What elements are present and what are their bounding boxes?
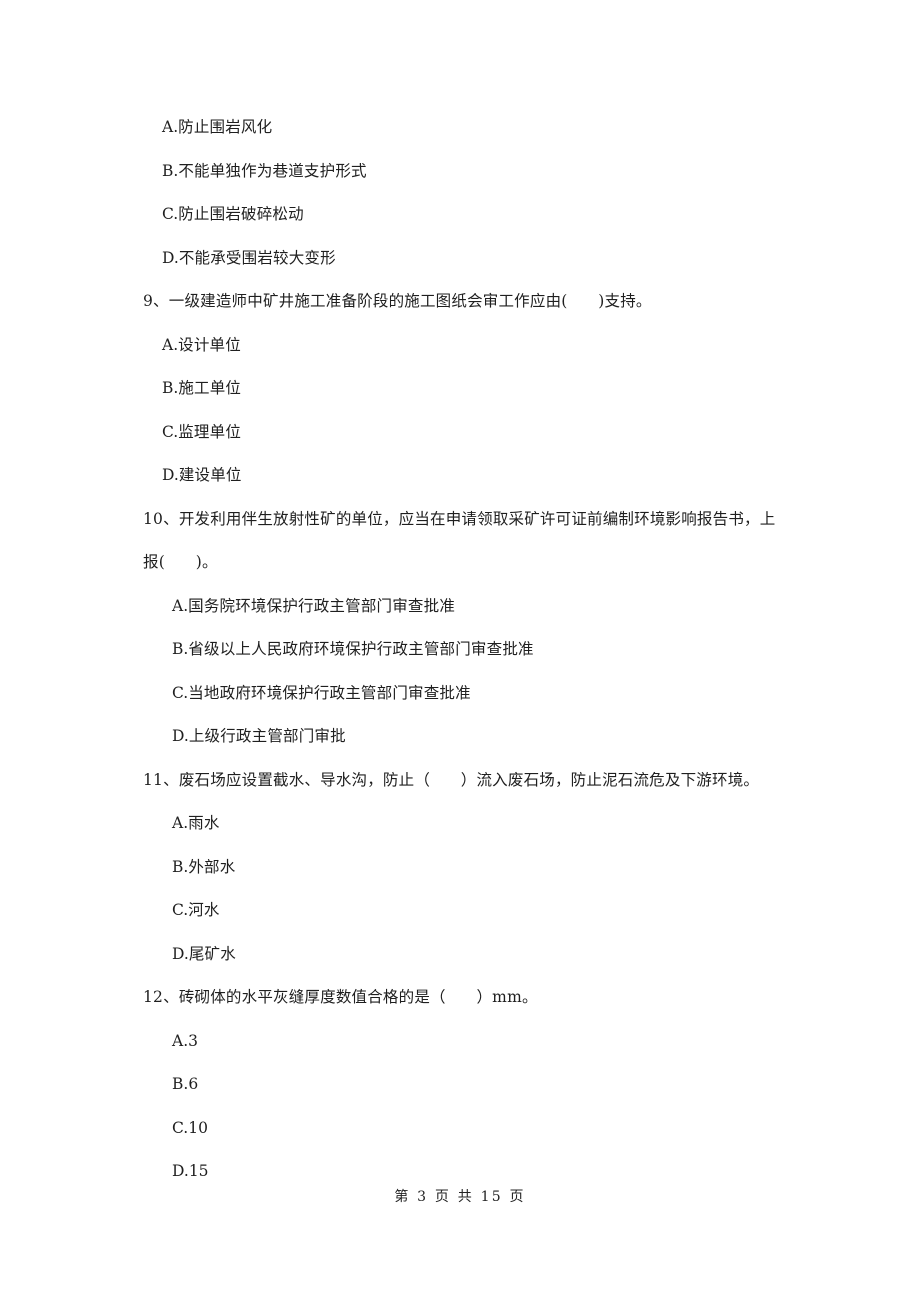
page-footer: 第 3 页 共 15 页 xyxy=(394,1189,526,1205)
option-letter: C. xyxy=(172,1118,189,1137)
option-row: C.防止围岩破碎松动 xyxy=(0,193,920,237)
option-text: 10 xyxy=(188,1118,208,1137)
option-row: B.外部水 xyxy=(0,846,920,890)
question-stem: 11、废石场应设置截水、导水沟，防止（ ）流入废石场，防止泥石流危及下游环境。 xyxy=(143,770,760,789)
option-text: 设计单位 xyxy=(178,335,241,354)
option-text: 雨水 xyxy=(188,814,220,832)
option-row: C.当地政府环境保护行政主管部门审查批准 xyxy=(0,672,920,716)
question-stem: 9、一级建造师中矿井施工准备阶段的施工图纸会审工作应由( )支持。 xyxy=(143,292,652,310)
question-block-9: 9、一级建造师中矿井施工准备阶段的施工图纸会审工作应由( )支持。 A.设计单位… xyxy=(0,280,920,498)
option-row: B.不能单独作为巷道支护形式 xyxy=(0,150,920,194)
option-row: B.省级以上人民政府环境保护行政主管部门审查批准 xyxy=(0,628,920,672)
option-letter: A. xyxy=(162,335,179,354)
option-text: 国务院环境保护行政主管部门审查批准 xyxy=(188,596,456,615)
option-text: 当地政府环境保护行政主管部门审查批准 xyxy=(188,683,471,702)
option-letter: B. xyxy=(162,379,179,397)
option-text: 省级以上人民政府环境保护行政主管部门审查批准 xyxy=(188,640,534,658)
option-row: A.防止围岩风化 xyxy=(0,106,920,150)
option-text: 防止围岩破碎松动 xyxy=(178,205,304,223)
option-text: 监理单位 xyxy=(178,422,242,441)
option-row: B.6 xyxy=(0,1063,920,1107)
option-row: D.尾矿水 xyxy=(0,933,920,977)
option-row: B.施工单位 xyxy=(0,367,920,411)
option-row: C.河水 xyxy=(0,889,920,933)
option-letter: C. xyxy=(162,422,179,441)
option-letter: B. xyxy=(172,640,189,658)
option-letter: A. xyxy=(172,1031,189,1050)
option-row: A.雨水 xyxy=(0,802,920,846)
option-row: D.上级行政主管部门审批 xyxy=(0,715,920,759)
option-text: 6 xyxy=(188,1075,199,1093)
option-text: 河水 xyxy=(188,901,220,919)
question-stem: 10、开发利用伴生放射性矿的单位，应当在申请领取采矿许可证前编制环境影响报告书，… xyxy=(143,509,776,528)
option-row: A.3 xyxy=(0,1020,920,1064)
document-body: A.防止围岩风化 B.不能单独作为巷道支护形式 C.防止围岩破碎松动 D.不能承… xyxy=(0,0,920,1194)
option-text: 外部水 xyxy=(188,857,236,876)
option-letter: C. xyxy=(162,205,179,223)
option-letter: D. xyxy=(162,248,179,267)
option-text: 尾矿水 xyxy=(188,944,236,963)
option-text: 建设单位 xyxy=(178,466,242,484)
option-row: C.监理单位 xyxy=(0,411,920,455)
document-page: A.防止围岩风化 B.不能单独作为巷道支护形式 C.防止围岩破碎松动 D.不能承… xyxy=(0,0,920,1302)
option-text: 3 xyxy=(188,1031,198,1050)
option-text: 不能承受围岩较大变形 xyxy=(178,248,336,267)
option-row: A.国务院环境保护行政主管部门审查批准 xyxy=(0,585,920,629)
option-letter: C. xyxy=(172,683,189,702)
question-block-10: 10、开发利用伴生放射性矿的单位，应当在申请领取采矿许可证前编制环境影响报告书，… xyxy=(0,498,920,759)
option-row: A.设计单位 xyxy=(0,324,920,368)
option-letter: B. xyxy=(172,857,189,876)
option-letter: B. xyxy=(172,1075,189,1093)
option-letter: A. xyxy=(172,596,189,615)
option-letter: C. xyxy=(172,901,189,919)
option-text: 15 xyxy=(188,1162,209,1180)
option-letter: D. xyxy=(162,466,179,484)
option-text: 施工单位 xyxy=(178,379,242,397)
question-block-11: 11、废石场应设置截水、导水沟，防止（ ）流入废石场，防止泥石流危及下游环境。 … xyxy=(0,759,920,977)
top-margin-spacer xyxy=(0,0,920,106)
question-stem: 12、砖砌体的水平灰缝厚度数值合格的是（ ）mm。 xyxy=(143,988,538,1006)
option-row: D.建设单位 xyxy=(0,454,920,498)
question-block-carryover: A.防止围岩风化 B.不能单独作为巷道支护形式 C.防止围岩破碎松动 D.不能承… xyxy=(0,106,920,280)
option-text: 不能单独作为巷道支护形式 xyxy=(178,161,367,180)
question-block-12: 12、砖砌体的水平灰缝厚度数值合格的是（ ）mm。 A.3 B.6 C.10 D… xyxy=(0,976,920,1194)
option-letter: B. xyxy=(162,161,179,180)
question-stem-continued: 报( )。 xyxy=(143,553,218,571)
option-letter: A. xyxy=(172,814,189,832)
option-text: 防止围岩风化 xyxy=(178,118,273,136)
option-letter: A. xyxy=(162,118,179,136)
option-letter: D. xyxy=(172,727,189,745)
option-text: 上级行政主管部门审批 xyxy=(188,727,346,745)
option-row: C.10 xyxy=(0,1107,920,1151)
option-letter: D. xyxy=(172,944,189,963)
option-letter: D. xyxy=(172,1162,189,1180)
option-row: D.不能承受围岩较大变形 xyxy=(0,237,920,281)
